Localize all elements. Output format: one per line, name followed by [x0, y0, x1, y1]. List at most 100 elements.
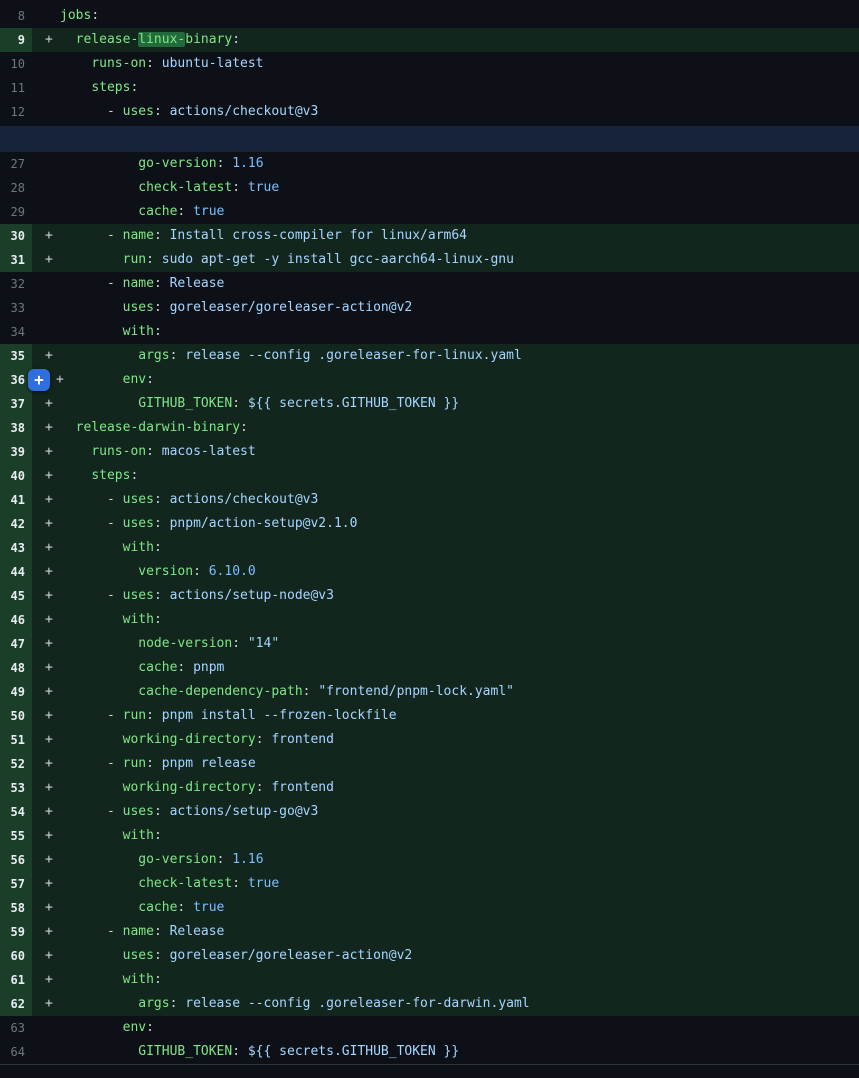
code-line: args: release --config .goreleaser-for-d… — [60, 992, 530, 1016]
diff-added-marker: + — [32, 896, 60, 920]
diff-line: 60+ uses: goreleaser/goreleaser-action@v… — [0, 944, 859, 968]
diff-added-marker: + — [32, 416, 60, 440]
diff-added-marker — [32, 4, 60, 28]
diff-line: 46+ with: — [0, 608, 859, 632]
diff-line: 9+ release-linux-binary: — [0, 28, 859, 52]
line-number[interactable]: 33 — [0, 296, 32, 320]
diff-line: 35+ args: release --config .goreleaser-f… — [0, 344, 859, 368]
diff-expander-row[interactable] — [0, 124, 859, 152]
line-number[interactable]: 59 — [0, 920, 32, 944]
code-line: - uses: pnpm/action-setup@v2.1.0 — [60, 512, 357, 536]
diff-added-marker: + — [32, 440, 60, 464]
code-line: cache: true — [60, 200, 224, 224]
line-number[interactable]: 11 — [0, 76, 32, 100]
diff-line: 44+ version: 6.10.0 — [0, 560, 859, 584]
line-number[interactable]: 29 — [0, 200, 32, 224]
diff-line: 27 go-version: 1.16 — [0, 152, 859, 176]
diff-line: 38+ release-darwin-binary: — [0, 416, 859, 440]
line-number[interactable]: 30 — [0, 224, 32, 248]
diff-added-marker — [32, 100, 60, 124]
diff-added-marker — [32, 200, 60, 224]
line-number[interactable]: 47 — [0, 632, 32, 656]
line-number[interactable]: 46 — [0, 608, 32, 632]
line-number[interactable]: 56 — [0, 848, 32, 872]
line-number[interactable]: 42 — [0, 512, 32, 536]
line-number[interactable]: 57 — [0, 872, 32, 896]
code-line: go-version: 1.16 — [60, 152, 264, 176]
diff-added-marker: + — [32, 992, 60, 1016]
diff-added-marker — [32, 296, 60, 320]
code-line: cache-dependency-path: "frontend/pnpm-lo… — [60, 680, 514, 704]
line-number[interactable]: 9 — [0, 28, 32, 52]
code-line: with: — [60, 824, 162, 848]
diff-line: 51+ working-directory: frontend — [0, 728, 859, 752]
line-number[interactable]: 63 — [0, 1016, 32, 1040]
diff-line: 10 runs-on: ubuntu-latest — [0, 52, 859, 76]
diff-added-marker — [32, 1040, 60, 1064]
diff-line: 8jobs: — [0, 4, 859, 28]
line-number[interactable]: 32 — [0, 272, 32, 296]
line-number[interactable]: 27 — [0, 152, 32, 176]
line-number[interactable]: 8 — [0, 4, 32, 28]
line-number[interactable]: 51 — [0, 728, 32, 752]
code-line: steps: — [60, 76, 138, 100]
line-number[interactable]: 55 — [0, 824, 32, 848]
line-number[interactable]: 31 — [0, 248, 32, 272]
line-number[interactable]: 37 — [0, 392, 32, 416]
diff-added-marker: + — [32, 632, 60, 656]
code-line: go-version: 1.16 — [60, 848, 264, 872]
line-number[interactable]: 28 — [0, 176, 32, 200]
diff-added-marker: + — [32, 968, 60, 992]
diff-added-marker — [32, 272, 60, 296]
line-number[interactable]: 44 — [0, 560, 32, 584]
line-number[interactable]: 12 — [0, 100, 32, 124]
code-line: args: release --config .goreleaser-for-l… — [60, 344, 522, 368]
diff-line: 34 with: — [0, 320, 859, 344]
diff-line: 12 - uses: actions/checkout@v3 — [0, 100, 859, 124]
line-number[interactable]: 53 — [0, 776, 32, 800]
diff-added-marker: + — [32, 680, 60, 704]
diff-added-marker: + — [32, 848, 60, 872]
code-line: release-linux-binary: — [60, 28, 240, 52]
line-number[interactable]: 35 — [0, 344, 32, 368]
line-number[interactable]: 49 — [0, 680, 32, 704]
diff-added-marker: + — [32, 344, 60, 368]
diff-line: 42+ - uses: pnpm/action-setup@v2.1.0 — [0, 512, 859, 536]
code-line: node-version: "14" — [60, 632, 279, 656]
line-number[interactable]: 64 — [0, 1040, 32, 1064]
line-number[interactable]: 45 — [0, 584, 32, 608]
line-number[interactable]: 43 — [0, 536, 32, 560]
add-line-comment-button[interactable]: + — [28, 369, 50, 391]
line-number[interactable]: 54 — [0, 800, 32, 824]
diff-added-marker — [32, 52, 60, 76]
line-number[interactable]: 48 — [0, 656, 32, 680]
diff-line: 56+ go-version: 1.16 — [0, 848, 859, 872]
code-line: check-latest: true — [60, 872, 279, 896]
code-line: with: — [60, 320, 162, 344]
diff-line: 55+ with: — [0, 824, 859, 848]
line-number[interactable]: 60 — [0, 944, 32, 968]
line-number[interactable]: 40 — [0, 464, 32, 488]
code-line: - name: Release — [60, 272, 224, 296]
line-number[interactable]: 41 — [0, 488, 32, 512]
line-number[interactable]: 50 — [0, 704, 32, 728]
diff-added-marker: + — [32, 872, 60, 896]
diff-line: 57+ check-latest: true — [0, 872, 859, 896]
line-number[interactable]: 34 — [0, 320, 32, 344]
code-line: with: — [60, 536, 162, 560]
line-number[interactable]: 62 — [0, 992, 32, 1016]
line-number[interactable]: 61 — [0, 968, 32, 992]
code-line: version: 6.10.0 — [60, 560, 256, 584]
line-number[interactable]: 58 — [0, 896, 32, 920]
code-line: cache: true — [60, 896, 224, 920]
diff-line: 30+ - name: Install cross-compiler for l… — [0, 224, 859, 248]
diff-line: 50+ - run: pnpm install --frozen-lockfil… — [0, 704, 859, 728]
diff-added-marker: + — [32, 728, 60, 752]
line-number[interactable]: 39 — [0, 440, 32, 464]
diff-added-marker: + — [32, 752, 60, 776]
line-number[interactable]: 52 — [0, 752, 32, 776]
line-number[interactable]: 38 — [0, 416, 32, 440]
diff-line: 41+ - uses: actions/checkout@v3 — [0, 488, 859, 512]
line-number[interactable]: 10 — [0, 52, 32, 76]
diff-added-marker: + — [32, 584, 60, 608]
